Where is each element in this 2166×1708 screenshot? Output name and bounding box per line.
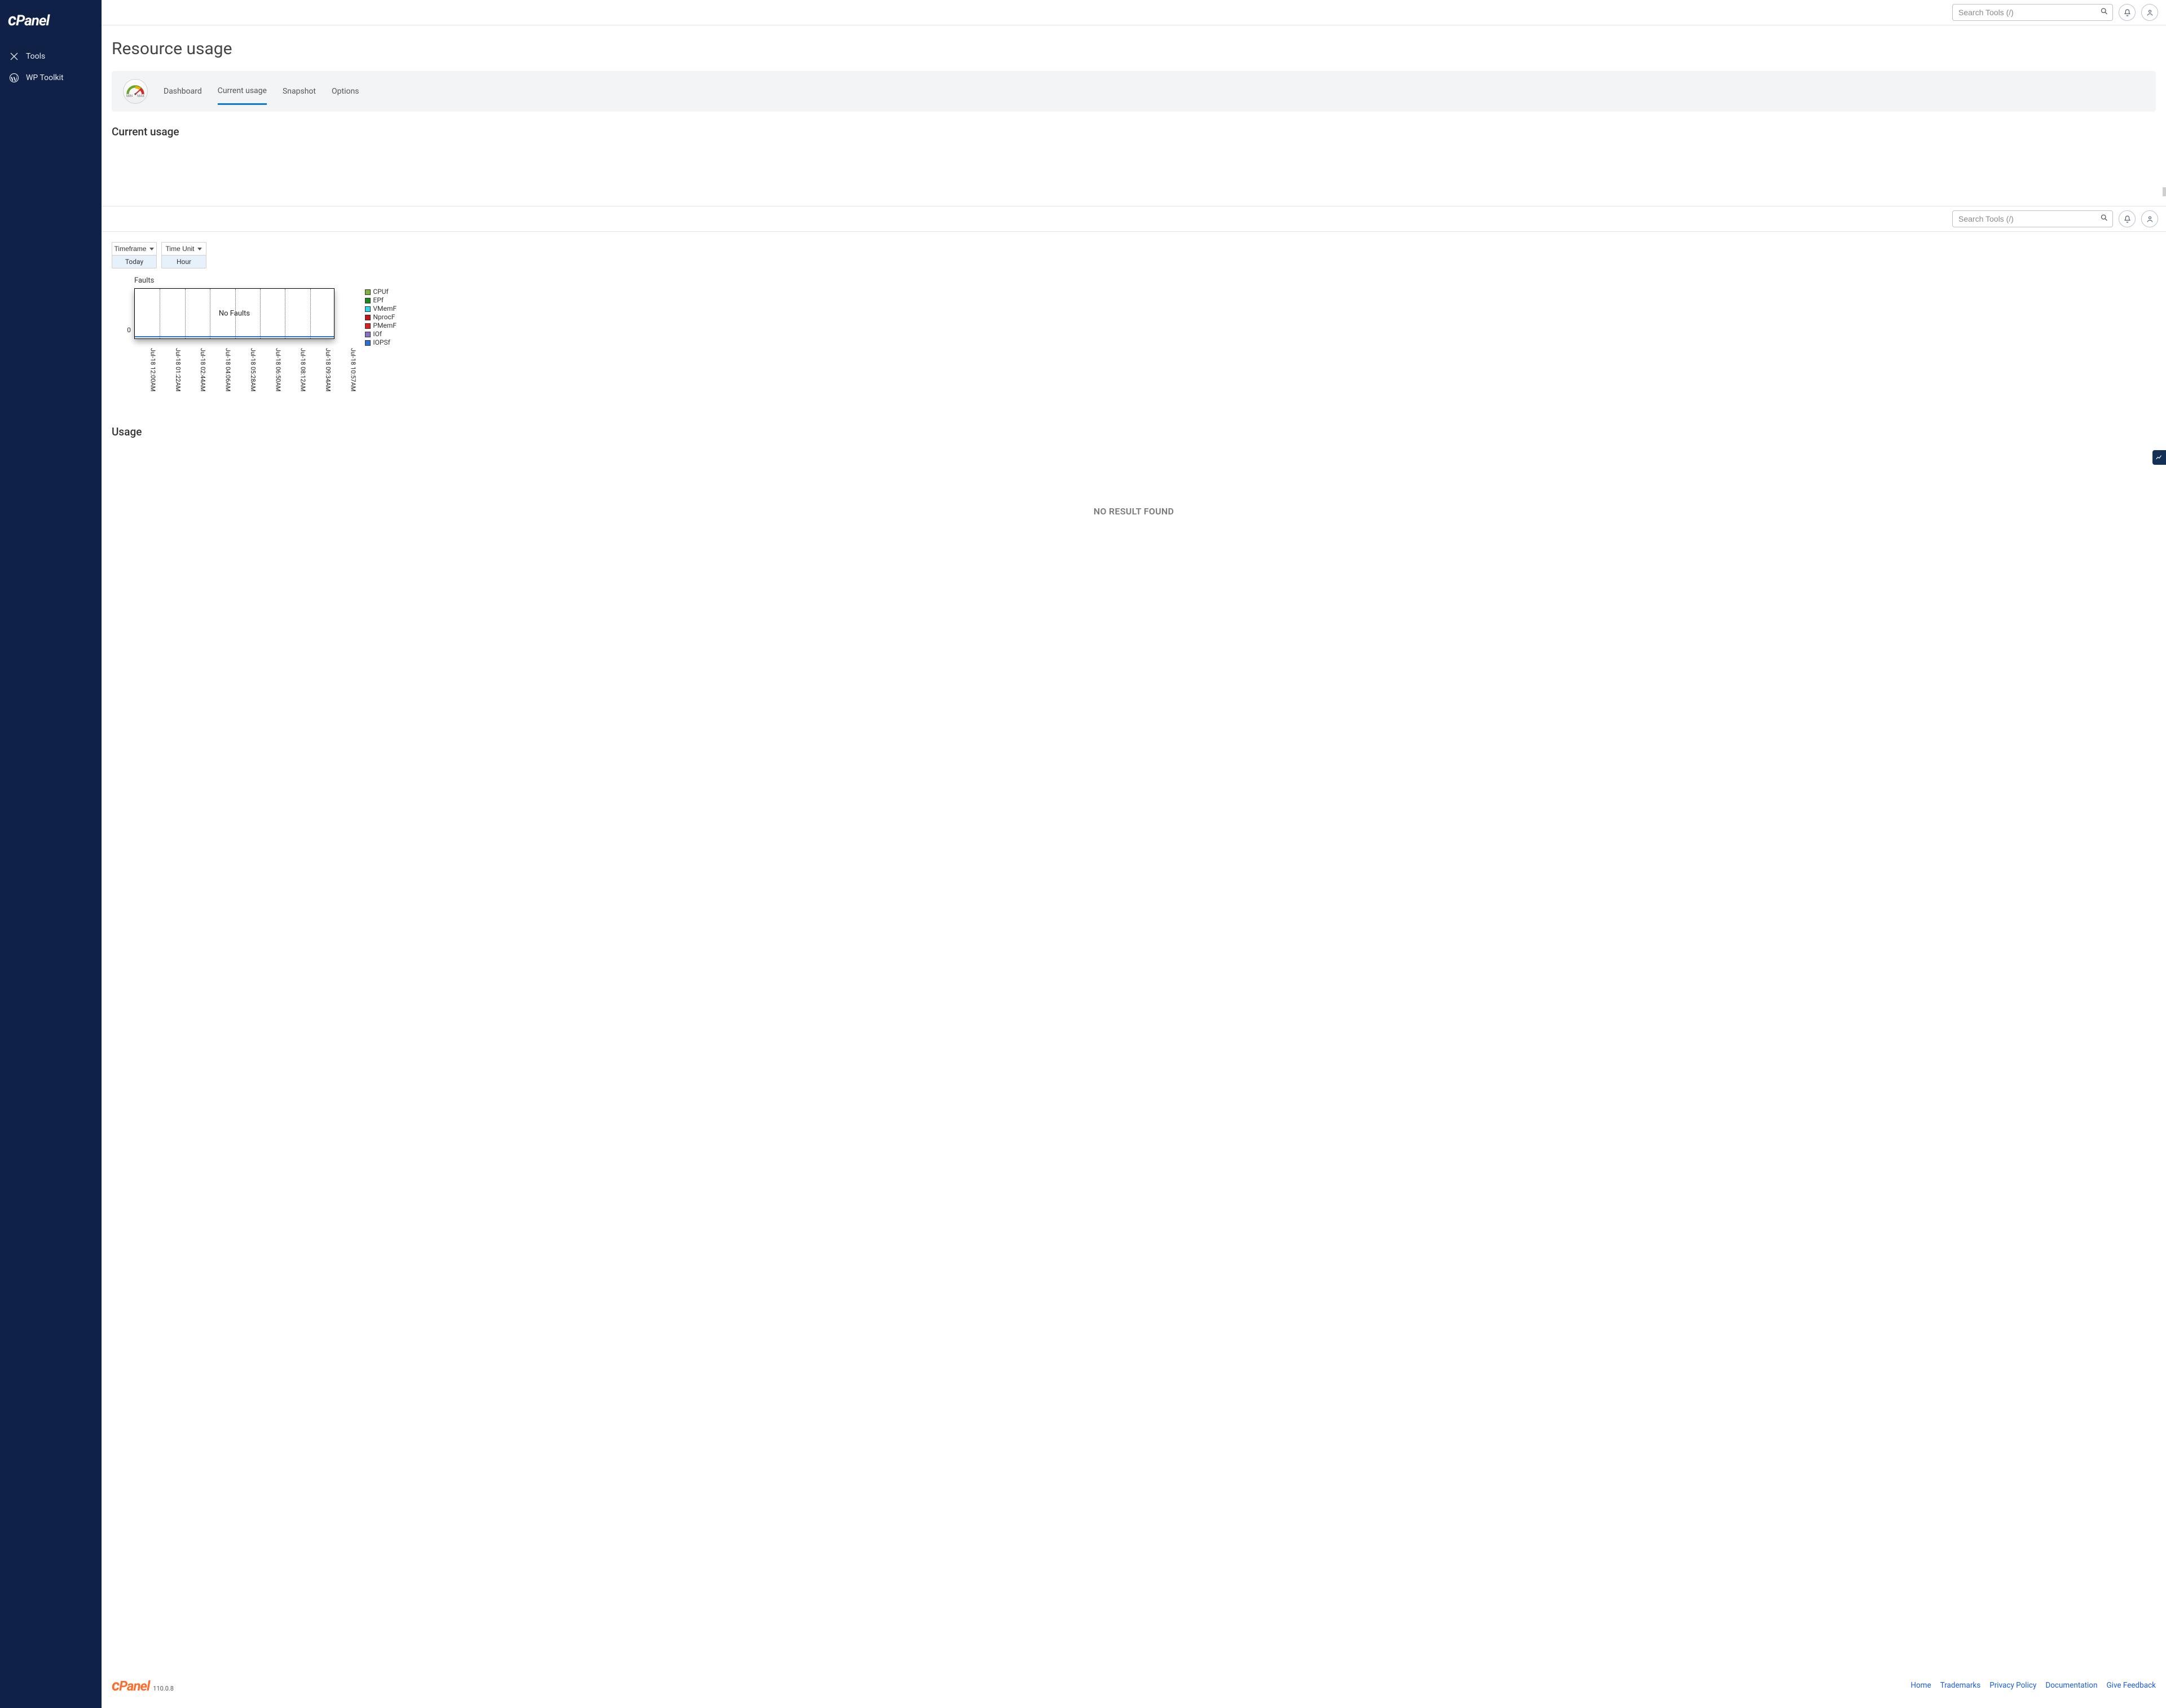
legend-swatch <box>365 289 371 295</box>
footer: cPanel 110.0.8 Home Trademarks Privacy Pol… <box>102 1670 2166 1708</box>
x-tick: Jul-18 10:57AM <box>331 348 356 391</box>
usage-no-result: NO RESULT FOUND <box>112 506 2156 517</box>
x-tick: Jul-18 12:00AM <box>131 348 156 391</box>
section-title-usage: Usage <box>112 425 2156 438</box>
chart-series-line <box>135 336 334 337</box>
sidebar-item-tools[interactable]: Tools <box>0 46 102 67</box>
stats-tab[interactable] <box>2152 450 2166 465</box>
y-tick: 0 <box>127 326 131 334</box>
legend-label: IOPSf <box>373 338 390 347</box>
footer-version: 110.0.8 <box>153 1685 174 1692</box>
footer-link[interactable]: Trademarks <box>1940 1681 1981 1690</box>
gauge-icon: MIN MAX <box>123 79 148 104</box>
wordpress-icon <box>9 73 19 83</box>
gridline <box>260 289 261 338</box>
notifications-button[interactable] <box>2119 4 2136 21</box>
legend-swatch <box>365 340 371 346</box>
footer-link[interactable]: Home <box>1910 1681 1931 1690</box>
legend-item[interactable]: EPf <box>365 296 397 305</box>
footer-link[interactable]: Documentation <box>2045 1681 2097 1690</box>
cpanel-logo: cPanel <box>8 12 49 29</box>
user-button[interactable] <box>2141 4 2158 21</box>
legend-swatch <box>365 323 371 329</box>
gauge-min-label: MIN <box>126 94 133 98</box>
chevron-down-icon <box>197 248 202 250</box>
legend-swatch <box>365 298 371 303</box>
sidebar-item-label: WP Toolkit <box>26 73 64 82</box>
timeunit-value[interactable]: Hour <box>161 255 206 268</box>
chart-message: No Faults <box>219 310 250 318</box>
legend-label: IOf <box>373 330 382 338</box>
x-tick: Jul-18 05:28AM <box>231 348 256 391</box>
faults-chart: 0 Faults No Faults Jul-18 12:00AMJul-18 … <box>112 276 2156 391</box>
gridline <box>310 289 311 338</box>
legend-item[interactable]: PMemF <box>365 322 397 330</box>
tab-current-usage[interactable]: Current usage <box>218 86 267 105</box>
chart-legend: CPUfEPfVMemFNprocFPMemFIOfIOPSf <box>365 288 397 347</box>
notifications-button[interactable] <box>2119 210 2136 227</box>
x-tick: Jul-18 08:12AM <box>281 348 306 391</box>
tabstrip: MINMAX Dashboard Current usage Snapshot … <box>112 71 2156 112</box>
legend-swatch <box>365 332 371 337</box>
legend-label: NprocF <box>373 313 395 322</box>
timeunit-label: Time Unit <box>166 245 195 253</box>
content: Resource usage MIN MAX Dashboard Current … <box>102 25 2166 1670</box>
legend-item[interactable]: CPUf <box>365 288 397 296</box>
chart-plot[interactable]: No Faults <box>134 288 334 339</box>
legend-swatch <box>365 315 371 320</box>
search-icon[interactable] <box>2100 214 2108 224</box>
timeframe-label: Timeframe <box>115 245 147 253</box>
footer-link[interactable]: Privacy Policy <box>1989 1681 2036 1690</box>
logo[interactable]: cPanel <box>0 0 102 46</box>
tab-snapshot[interactable]: Snapshot <box>283 87 316 104</box>
tools-icon <box>9 51 19 61</box>
controls-row: Timeframe Today Time Unit Hour <box>112 242 2156 268</box>
search-wrap <box>1952 210 2113 227</box>
search-input[interactable] <box>1952 4 2113 21</box>
chart-title: Faults <box>134 276 356 285</box>
legend-item[interactable]: IOPSf <box>365 338 397 347</box>
sidebar-item-wp-toolkit[interactable]: WP Toolkit <box>0 67 102 89</box>
legend-label: PMemF <box>373 322 397 330</box>
footer-link[interactable]: Give Feedback <box>2106 1681 2156 1690</box>
legend-label: CPUf <box>373 288 388 296</box>
floating-header <box>102 206 2166 232</box>
x-tick: Jul-18 02:44AM <box>181 348 206 391</box>
legend-item[interactable]: VMemF <box>365 305 397 313</box>
legend-label: EPf <box>373 296 384 305</box>
footer-logo[interactable]: cPanel 110.0.8 <box>112 1676 174 1694</box>
section-title-current-usage: Current usage <box>112 125 2156 138</box>
timeunit-dropdown[interactable]: Time Unit <box>161 242 206 256</box>
legend-item[interactable]: IOf <box>365 330 397 338</box>
gauge-max-label: MAX <box>137 94 144 98</box>
x-tick: Jul-18 04:06AM <box>206 348 231 391</box>
chevron-down-icon <box>149 248 154 250</box>
scrollbar-hint <box>2163 187 2166 196</box>
page-title: Resource usage <box>112 39 2156 59</box>
search-icon[interactable] <box>2100 7 2108 18</box>
x-tick: Jul-18 09:34AM <box>306 348 331 391</box>
tab-options[interactable]: Options <box>332 87 359 104</box>
timeframe-dropdown[interactable]: Timeframe <box>112 242 157 256</box>
tab-dashboard[interactable]: Dashboard <box>164 87 202 104</box>
x-tick: Jul-18 06:50AM <box>256 348 281 391</box>
legend-item[interactable]: NprocF <box>365 313 397 322</box>
sidebar-item-label: Tools <box>26 52 45 61</box>
search-wrap <box>1952 4 2113 21</box>
footer-links: Home Trademarks Privacy Policy Documentatio… <box>1910 1681 2156 1690</box>
search-input[interactable] <box>1952 210 2113 227</box>
legend-swatch <box>365 306 371 312</box>
sidebar: cPanel Tools WP Toolkit <box>0 0 102 1708</box>
timeframe-value[interactable]: Today <box>112 255 157 268</box>
x-tick: Jul-18 01:22AM <box>156 348 180 391</box>
user-button[interactable] <box>2141 210 2158 227</box>
gridline <box>185 289 186 338</box>
cpanel-logo: cPanel <box>112 1676 149 1694</box>
main: Resource usage MIN MAX Dashboard Current … <box>102 0 2166 1708</box>
legend-label: VMemF <box>373 305 397 313</box>
header <box>102 0 2166 25</box>
